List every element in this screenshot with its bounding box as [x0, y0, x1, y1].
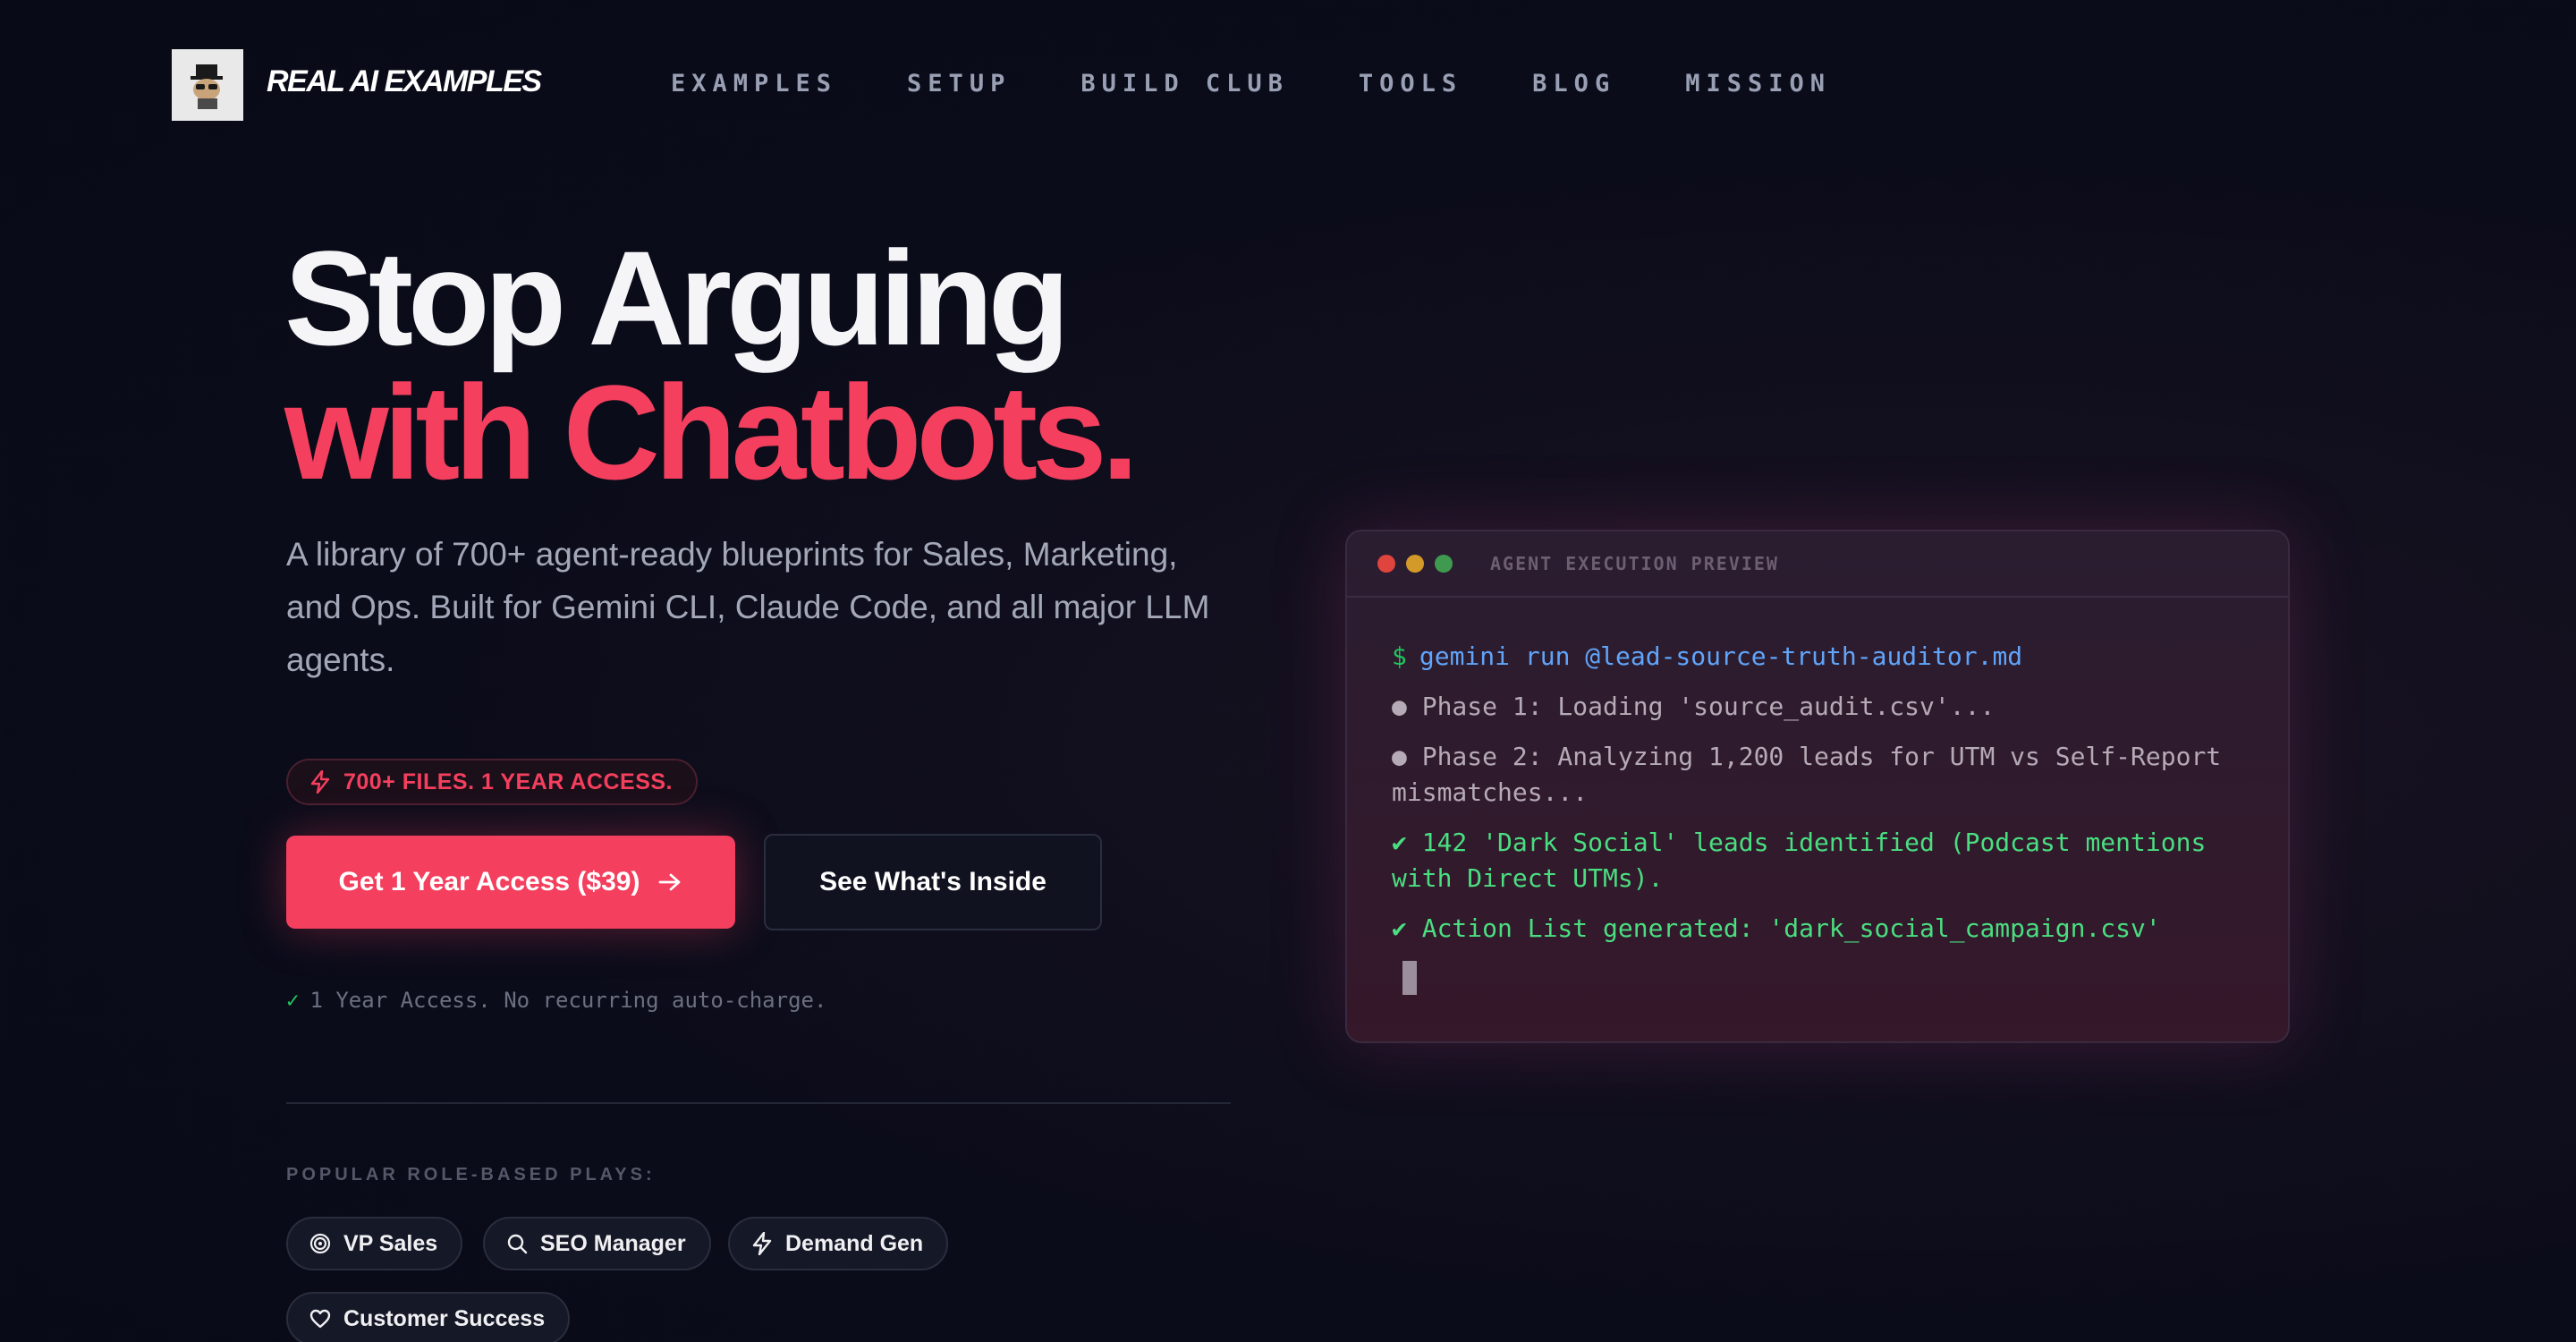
target-icon [309, 1233, 331, 1254]
badge-text: 700+ FILES. 1 YEAR ACCESS. [343, 769, 673, 794]
hero-title-line1: Stop Arguing [284, 223, 1070, 373]
minimize-dot-icon [1406, 555, 1424, 573]
chip-label: VP Sales [343, 1230, 438, 1256]
terminal-preview: AGENT EXECUTION PREVIEW $ gemini run @lea… [1345, 530, 2290, 1043]
terminal-line: ✔ Action List generated: 'dark_social_ca… [1392, 913, 2161, 943]
get-access-label: Get 1 Year Access ($39) [338, 867, 640, 896]
arrow-right-icon [659, 873, 681, 891]
chip-label: Demand Gen [785, 1230, 924, 1256]
hero-subtitle: A library of 700+ agent-ready blueprints… [286, 536, 1210, 678]
chip-label: Customer Success [343, 1305, 546, 1331]
maximize-dot-icon [1435, 555, 1453, 573]
nav-link-mission[interactable]: MISSION [1685, 70, 1831, 98]
logo-icon[interactable] [172, 49, 243, 121]
top-nav: REAL AI EXAMPLES EXAMPLES SETUP BUILD CL… [0, 0, 2576, 170]
search-icon [507, 1234, 528, 1254]
see-inside-button[interactable]: See What's Inside [764, 834, 1102, 930]
chip-vp-sales[interactable]: VP Sales [286, 1217, 463, 1270]
nav-links: EXAMPLES SETUP BUILD CLUB TOOLS BLOG MIS… [671, 70, 1901, 98]
heart-icon [309, 1309, 331, 1329]
chip-seo-manager[interactable]: SEO Manager [483, 1217, 711, 1270]
nav-link-setup[interactable]: SETUP [907, 70, 1011, 98]
access-badge: 700+ FILES. 1 YEAR ACCESS. [286, 759, 698, 805]
terminal-line: ● Phase 1: Loading 'source_audit.csv'... [1392, 692, 1996, 721]
nav-link-blog[interactable]: BLOG [1532, 70, 1615, 98]
see-inside-label: See What's Inside [819, 867, 1046, 896]
terminal-cursor [1402, 961, 1417, 995]
terminal-body: $ gemini run @lead-source-truth-auditor.m… [1392, 639, 2268, 995]
logo-text[interactable]: REAL AI EXAMPLES [267, 64, 542, 99]
chip-label: SEO Manager [540, 1230, 686, 1256]
nav-link-tools[interactable]: TOOLS [1359, 70, 1462, 98]
terminal-command-line: $ gemini run @lead-source-truth-auditor.m… [1392, 639, 2268, 675]
nav-link-examples[interactable]: EXAMPLES [671, 70, 837, 98]
divider [286, 1102, 1231, 1104]
hero-title: Stop Arguing with Chatbots. [284, 223, 1139, 507]
hero-title-line2: with Chatbots. [284, 357, 1139, 507]
get-access-button[interactable]: Get 1 Year Access ($39) [286, 836, 735, 929]
access-note-text: 1 Year Access. No recurring auto-charge. [309, 988, 827, 1013]
check-icon: ✓ [286, 988, 300, 1013]
lightning-icon [310, 770, 330, 794]
plays-label: POPULAR ROLE-BASED PLAYS: [286, 1165, 656, 1185]
nav-link-build-club[interactable]: BUILD CLUB [1080, 70, 1289, 98]
chip-customer-success[interactable]: Customer Success [286, 1292, 571, 1342]
terminal-title-bar: AGENT EXECUTION PREVIEW [1347, 531, 2288, 598]
terminal-command: gemini run @lead-source-truth-auditor.md [1419, 641, 2023, 671]
terminal-line: ● Phase 2: Analyzing 1,200 leads for UTM… [1392, 742, 2237, 807]
chip-demand-gen[interactable]: Demand Gen [728, 1217, 949, 1270]
terminal-line: ✔ 142 'Dark Social' leads identified (Po… [1392, 828, 2222, 893]
terminal-prompt: $ [1392, 641, 1407, 671]
lightning-icon [752, 1232, 772, 1255]
close-dot-icon [1377, 555, 1395, 573]
access-note: ✓ 1 Year Access. No recurring auto-charge… [286, 988, 826, 1013]
terminal-title: AGENT EXECUTION PREVIEW [1490, 553, 1779, 574]
